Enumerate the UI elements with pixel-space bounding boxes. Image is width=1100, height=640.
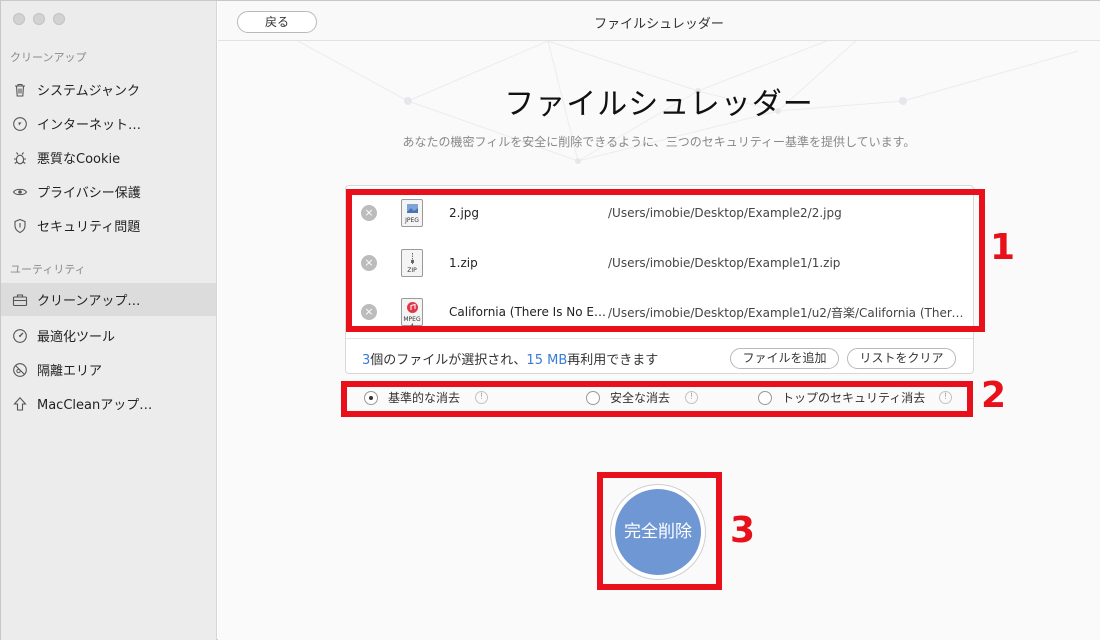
sidebar-item-label: システムジャンク (37, 84, 140, 99)
window-title: ファイルシュレッダー (594, 17, 724, 32)
sidebar-item-label: インターネット… (37, 118, 142, 133)
annotation-number-2: 2 (981, 375, 1007, 416)
sidebar-item-label: 最適化ツール (37, 330, 116, 345)
section-heading-utility: ユーティリティ (10, 263, 86, 276)
shield-icon (11, 217, 29, 235)
sidebar-item-optimizer[interactable]: 最適化ツール (1, 319, 216, 352)
minimize-window-button[interactable] (33, 13, 45, 25)
sidebar-item-cleanup-tools[interactable]: クリーンアップ… (1, 283, 216, 316)
clear-list-button[interactable]: リストをクリア (847, 348, 956, 369)
file-list-footer: 3個のファイルが選択され、15 MB再利用できます ファイルを追加 リストをクリ… (346, 338, 973, 374)
sidebar-item-internet[interactable]: インターネット… (1, 107, 216, 140)
toolbox-icon (11, 291, 29, 309)
sidebar-item-label: プライバシー保護 (37, 186, 141, 201)
sidebar-item-system-junk[interactable]: システムジャンク (1, 73, 216, 106)
sidebar-item-macclean-update[interactable]: MacCleanアップ… (1, 387, 216, 420)
sidebar: クリーンアップ システムジャンク インターネット… 悪質なCookie プライバ… (1, 1, 217, 640)
add-file-button[interactable]: ファイルを追加 (730, 348, 839, 369)
upload-arrow-icon (11, 395, 29, 413)
sidebar-item-label: MacCleanアップ… (37, 398, 153, 413)
zoom-window-button[interactable] (53, 13, 65, 25)
eye-icon (11, 183, 29, 201)
window-controls (13, 13, 65, 25)
section-heading-cleanup: クリーンアップ (10, 51, 87, 64)
close-window-button[interactable] (13, 13, 25, 25)
annotation-number-3: 3 (730, 510, 756, 551)
trash-icon (11, 81, 29, 99)
gauge-icon (11, 327, 29, 345)
annotation-box-2 (341, 381, 973, 417)
sidebar-item-malicious-cookie[interactable]: 悪質なCookie (1, 141, 216, 174)
annotation-number-1: 1 (990, 227, 1016, 268)
annotation-box-1 (346, 189, 985, 332)
annotation-box-3 (597, 472, 722, 590)
sidebar-item-label: 隔離エリア (37, 364, 103, 379)
reclaim-size: 15 MB (526, 353, 568, 368)
compass-icon (11, 115, 29, 133)
sidebar-item-label: 悪質なCookie (37, 152, 121, 167)
sidebar-item-label: セキュリティ問題 (37, 220, 141, 235)
sidebar-item-security[interactable]: セキュリティ問題 (1, 209, 216, 242)
quarantine-icon (11, 361, 29, 379)
selection-summary: 3個のファイルが選択され、15 MB再利用できます (362, 353, 659, 368)
page-title: ファイルシュレッダー (504, 87, 814, 122)
page-subtitle: あなたの機密フィルを安全に削除できるように、三つのセキュリティー基準を提供してい… (402, 135, 916, 149)
sidebar-item-quarantine[interactable]: 隔離エリア (1, 353, 216, 386)
sidebar-item-privacy[interactable]: プライバシー保護 (1, 175, 216, 208)
app-window: クリーンアップ システムジャンク インターネット… 悪質なCookie プライバ… (0, 0, 1100, 640)
bug-icon (11, 149, 29, 167)
sidebar-item-label: クリーンアップ… (37, 294, 141, 309)
title-bar: 戻る ファイルシュレッダー (218, 1, 1100, 41)
